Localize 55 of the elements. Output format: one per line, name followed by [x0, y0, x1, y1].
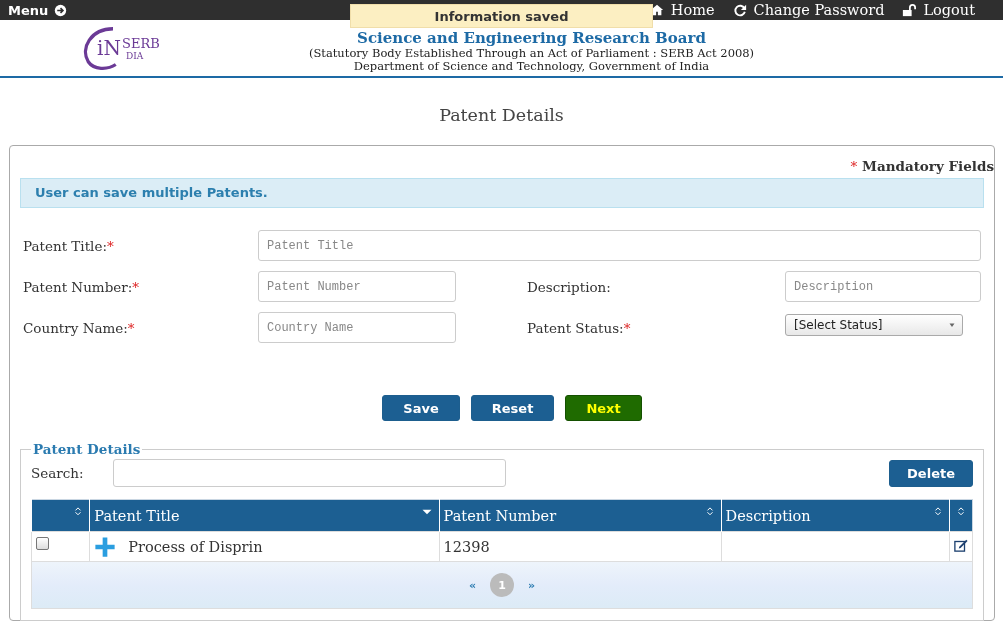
logo-text: SERB [122, 36, 160, 51]
action-button[interactable]: Reset [470, 395, 555, 421]
table-cell: Process of Disprin [128, 538, 263, 555]
column-header[interactable] [949, 499, 973, 532]
column-header[interactable]: Patent Title [89, 499, 440, 532]
status-dropdown[interactable]: [Select Status] [785, 314, 963, 336]
delete-button[interactable]: Delete [889, 459, 973, 487]
menu-button[interactable]: Menu [8, 2, 68, 18]
input-field[interactable]: Description [785, 271, 981, 302]
site-subtitle: Department of Science and Technology, Government of India [353, 60, 710, 73]
required-mark: * [132, 278, 140, 295]
required-mark: * [623, 319, 631, 336]
field-label: Description: [527, 278, 611, 295]
logo-mark: iN [97, 38, 121, 58]
site-title: Science and Engineering Research Board [357, 29, 706, 47]
sort-icon [73, 506, 84, 516]
next-page-link[interactable]: » [528, 578, 536, 592]
sort-icon [704, 506, 715, 516]
nav-link[interactable]: Logout [902, 2, 975, 18]
previous-page-link[interactable]: « [468, 578, 476, 592]
input-field[interactable]: Country Name [258, 312, 456, 343]
field-label: Patent Status: [527, 319, 624, 336]
table-cell: 12398 [443, 538, 490, 555]
row-checkbox[interactable] [36, 537, 49, 550]
refresh-icon [732, 3, 747, 17]
nav-link[interactable]: Change Password [732, 2, 885, 18]
field-label: Patent Title: [23, 237, 107, 254]
input-field[interactable]: Patent Number [258, 271, 456, 302]
page-title: Patent Details [438, 105, 565, 125]
mandatory-note: Mandatory Fields [861, 158, 994, 174]
required-mark: * [850, 158, 858, 174]
required-mark: * [106, 237, 114, 254]
field-label: Country Name: [23, 319, 128, 336]
notification-toast: Information saved [350, 4, 653, 28]
sort-icon [933, 506, 943, 516]
column-header[interactable] [31, 499, 90, 532]
required-mark: * [127, 319, 135, 336]
search-field[interactable] [112, 459, 506, 487]
action-button[interactable]: Next [565, 395, 642, 421]
action-button[interactable]: Save [382, 395, 460, 421]
column-header[interactable]: Patent Number [439, 499, 722, 532]
info-message: User can save multiple Patents. [20, 178, 984, 208]
column-header[interactable]: Description [721, 499, 950, 532]
arrow-right-icon [54, 3, 68, 17]
sort-icon [956, 506, 966, 516]
logo-text: DIA [126, 51, 144, 61]
search-label: Search: [31, 465, 84, 481]
plus-icon[interactable] [94, 535, 117, 558]
unlock-icon [902, 3, 917, 17]
edit-icon[interactable] [954, 538, 968, 552]
site-subtitle: (Statutory Body Established Through an Act of Parliament : SERB Act 2008) [308, 47, 755, 60]
input-field[interactable]: Patent Title [258, 230, 981, 261]
caret-icon [948, 321, 956, 329]
section-legend: Patent Details [31, 441, 143, 457]
field-label: Patent Number: [23, 278, 133, 295]
